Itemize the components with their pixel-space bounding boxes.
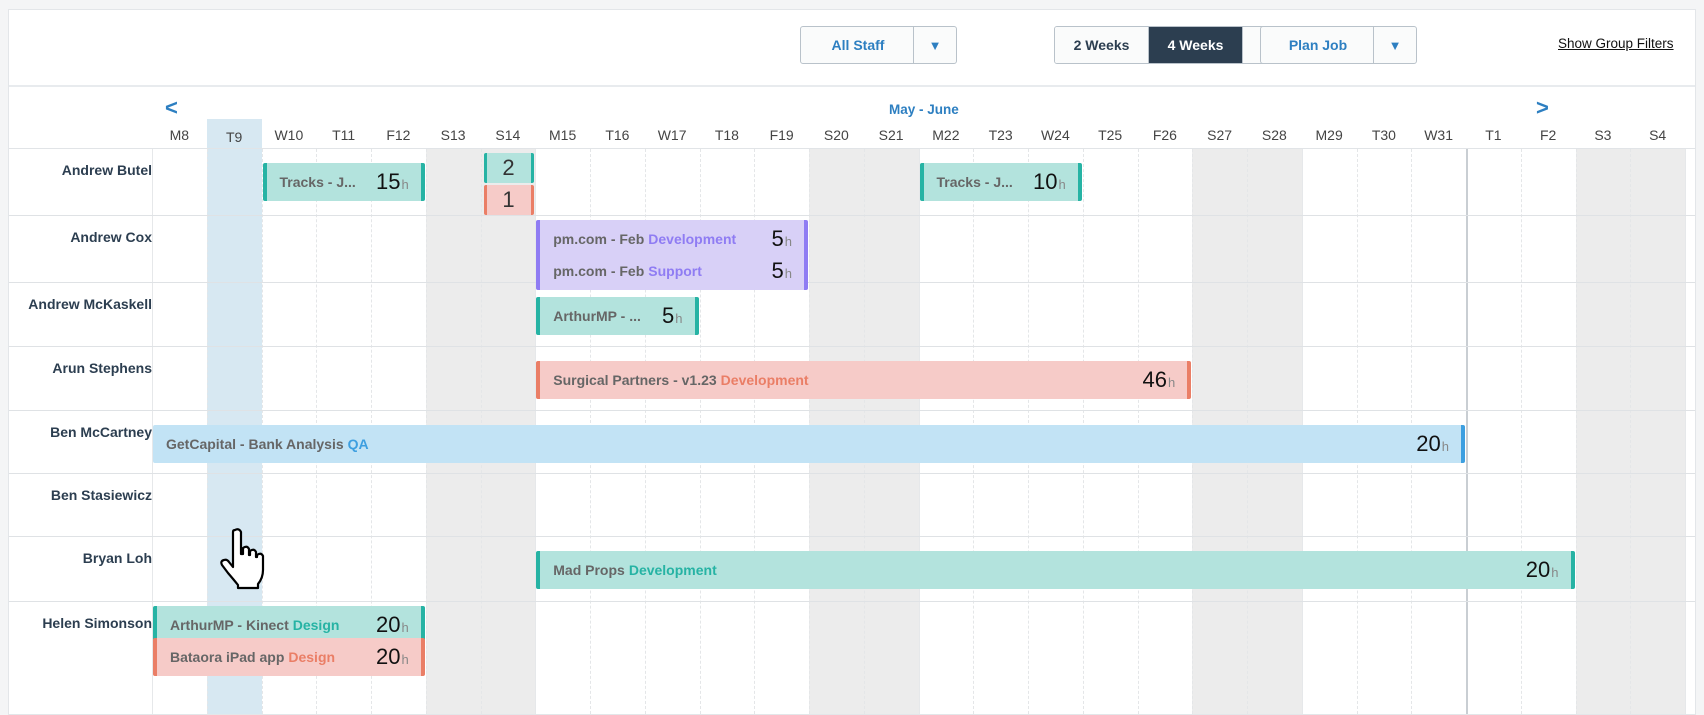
booking-type: Development bbox=[648, 231, 737, 247]
plan-job-label: Plan Job bbox=[1288, 37, 1348, 53]
plan-job-dropdown[interactable]: Plan Job ▼ bbox=[1260, 26, 1417, 64]
booking-label: ArthurMP - Kinect Design bbox=[170, 617, 340, 633]
booking-type: Development bbox=[720, 372, 809, 388]
day-header: F26 bbox=[1152, 127, 1177, 143]
booking-type: Design bbox=[288, 649, 336, 665]
booking-bar[interactable]: pm.com - Feb Support 5h bbox=[536, 252, 808, 290]
day-header: M8 bbox=[169, 127, 190, 143]
booking-bar[interactable]: Mad Props Development 20h bbox=[536, 551, 1575, 589]
staff-name[interactable]: Andrew Butel bbox=[62, 162, 152, 178]
day-header: F12 bbox=[386, 127, 411, 143]
booking-hours: 20h bbox=[1525, 557, 1559, 582]
staff-name[interactable]: Andrew McKaskell bbox=[28, 296, 152, 312]
day-header: W24 bbox=[1040, 127, 1070, 143]
schedule-app: All Staff ▼ 2 Weeks4 Weeks6 Weeks Plan J… bbox=[8, 9, 1696, 715]
staff-name[interactable]: Ben McCartney bbox=[50, 424, 152, 440]
booking-label: Tracks - J... bbox=[936, 174, 1013, 190]
day-header: S4 bbox=[1649, 127, 1667, 143]
booking-bar[interactable]: Tracks - J... 10h bbox=[919, 163, 1082, 201]
booking-hours: 5h bbox=[771, 226, 792, 251]
booking-hours: 20h bbox=[376, 644, 409, 669]
staff-row: Andrew Cox bbox=[9, 216, 1695, 283]
booking-label: Bataora iPad app Design bbox=[170, 649, 336, 665]
booking-hours: 5h bbox=[662, 303, 683, 328]
day-header: F19 bbox=[769, 127, 794, 143]
booking-label: Mad Props Development bbox=[553, 562, 717, 578]
day-header: S14 bbox=[495, 127, 521, 143]
booking-type: Design bbox=[292, 617, 340, 633]
day-header: T23 bbox=[988, 127, 1013, 143]
next-arrow-icon[interactable]: > bbox=[1536, 97, 1549, 119]
staff-name[interactable]: Andrew Cox bbox=[70, 229, 152, 245]
staff-row: Andrew McKaskell bbox=[9, 283, 1695, 347]
day-header: T9 bbox=[206, 119, 262, 148]
day-header: T30 bbox=[1371, 127, 1396, 143]
booking-bar[interactable]: ArthurMP - ... 5h bbox=[536, 297, 699, 335]
booking-bar[interactable]: Bataora iPad app Design 20h bbox=[153, 638, 425, 676]
staff-name[interactable]: Arun Stephens bbox=[52, 360, 152, 376]
day-header: S13 bbox=[440, 127, 466, 143]
booking-bar[interactable]: GetCapital - Bank Analysis QA 20h bbox=[153, 425, 1465, 463]
booking-type: Support bbox=[648, 263, 702, 279]
booking-type: QA bbox=[347, 436, 369, 452]
day-header: S21 bbox=[878, 127, 904, 143]
day-header: S20 bbox=[823, 127, 849, 143]
booking-label: GetCapital - Bank Analysis QA bbox=[166, 436, 369, 452]
day-header: F2 bbox=[1539, 127, 1557, 143]
booking-label: Tracks - J... bbox=[279, 174, 356, 190]
day-header: T11 bbox=[332, 127, 356, 143]
staff-filter-dropdown[interactable]: All Staff ▼ bbox=[800, 26, 957, 64]
day-header: T25 bbox=[1098, 127, 1123, 143]
booking-count-badge[interactable]: 2 bbox=[483, 153, 534, 183]
day-header: S28 bbox=[1261, 127, 1287, 143]
booking-bar[interactable]: Surgical Partners - v1.23 Development 46h bbox=[536, 361, 1192, 399]
day-header: S27 bbox=[1207, 127, 1233, 143]
day-header: M29 bbox=[1315, 127, 1343, 143]
booking-label: pm.com - Feb Support bbox=[553, 263, 702, 279]
booking-type: Development bbox=[628, 562, 717, 578]
booking-label: pm.com - Feb Development bbox=[553, 231, 737, 247]
booking-hours: 10h bbox=[1033, 169, 1066, 194]
booking-hours: 20h bbox=[1416, 431, 1449, 456]
day-header: T18 bbox=[714, 127, 739, 143]
booking-hours: 5h bbox=[771, 258, 792, 283]
schedule-grid: Andrew Butel Andrew Cox Andrew McKaskell Ar… bbox=[9, 149, 1695, 714]
prev-arrow-icon[interactable]: < bbox=[165, 97, 178, 119]
day-header: W17 bbox=[657, 127, 687, 143]
staff-name[interactable]: Bryan Loh bbox=[83, 550, 152, 566]
day-header: T16 bbox=[605, 127, 630, 143]
booking-count-badge[interactable]: 1 bbox=[483, 185, 534, 215]
chevron-down-icon[interactable]: ▼ bbox=[1374, 27, 1416, 63]
day-header: M15 bbox=[549, 127, 577, 143]
booking-label: Surgical Partners - v1.23 Development bbox=[553, 372, 809, 388]
toolbar: All Staff ▼ 2 Weeks4 Weeks6 Weeks Plan J… bbox=[9, 10, 1695, 87]
range-2-weeks-button[interactable]: 2 Weeks bbox=[1055, 27, 1149, 63]
chevron-down-icon[interactable]: ▼ bbox=[914, 27, 956, 63]
day-header: S3 bbox=[1594, 127, 1612, 143]
day-header: T1 bbox=[1485, 127, 1502, 143]
hand-cursor-icon bbox=[220, 528, 265, 590]
day-header: M22 bbox=[932, 127, 960, 143]
staff-filter-label: All Staff bbox=[831, 37, 885, 53]
show-group-filters-link[interactable]: Show Group Filters bbox=[1558, 36, 1674, 51]
booking-bar[interactable]: Tracks - J... 15h bbox=[262, 163, 425, 201]
staff-name[interactable]: Helen Simonson bbox=[42, 615, 152, 631]
month-label: May - June bbox=[889, 102, 959, 117]
staff-name[interactable]: Ben Stasiewicz bbox=[51, 487, 152, 503]
day-header: W10 bbox=[274, 127, 304, 143]
range-4-weeks-button[interactable]: 4 Weeks bbox=[1149, 27, 1243, 63]
booking-label: ArthurMP - ... bbox=[553, 308, 641, 324]
calendar-header: < May - June > M8 T9 W10 T11 F12 S13 S14 M15 T16… bbox=[9, 87, 1695, 149]
booking-hours: 15h bbox=[376, 169, 409, 194]
booking-hours: 20h bbox=[376, 612, 409, 637]
booking-hours: 46h bbox=[1142, 367, 1176, 392]
day-header: W31 bbox=[1424, 127, 1454, 143]
